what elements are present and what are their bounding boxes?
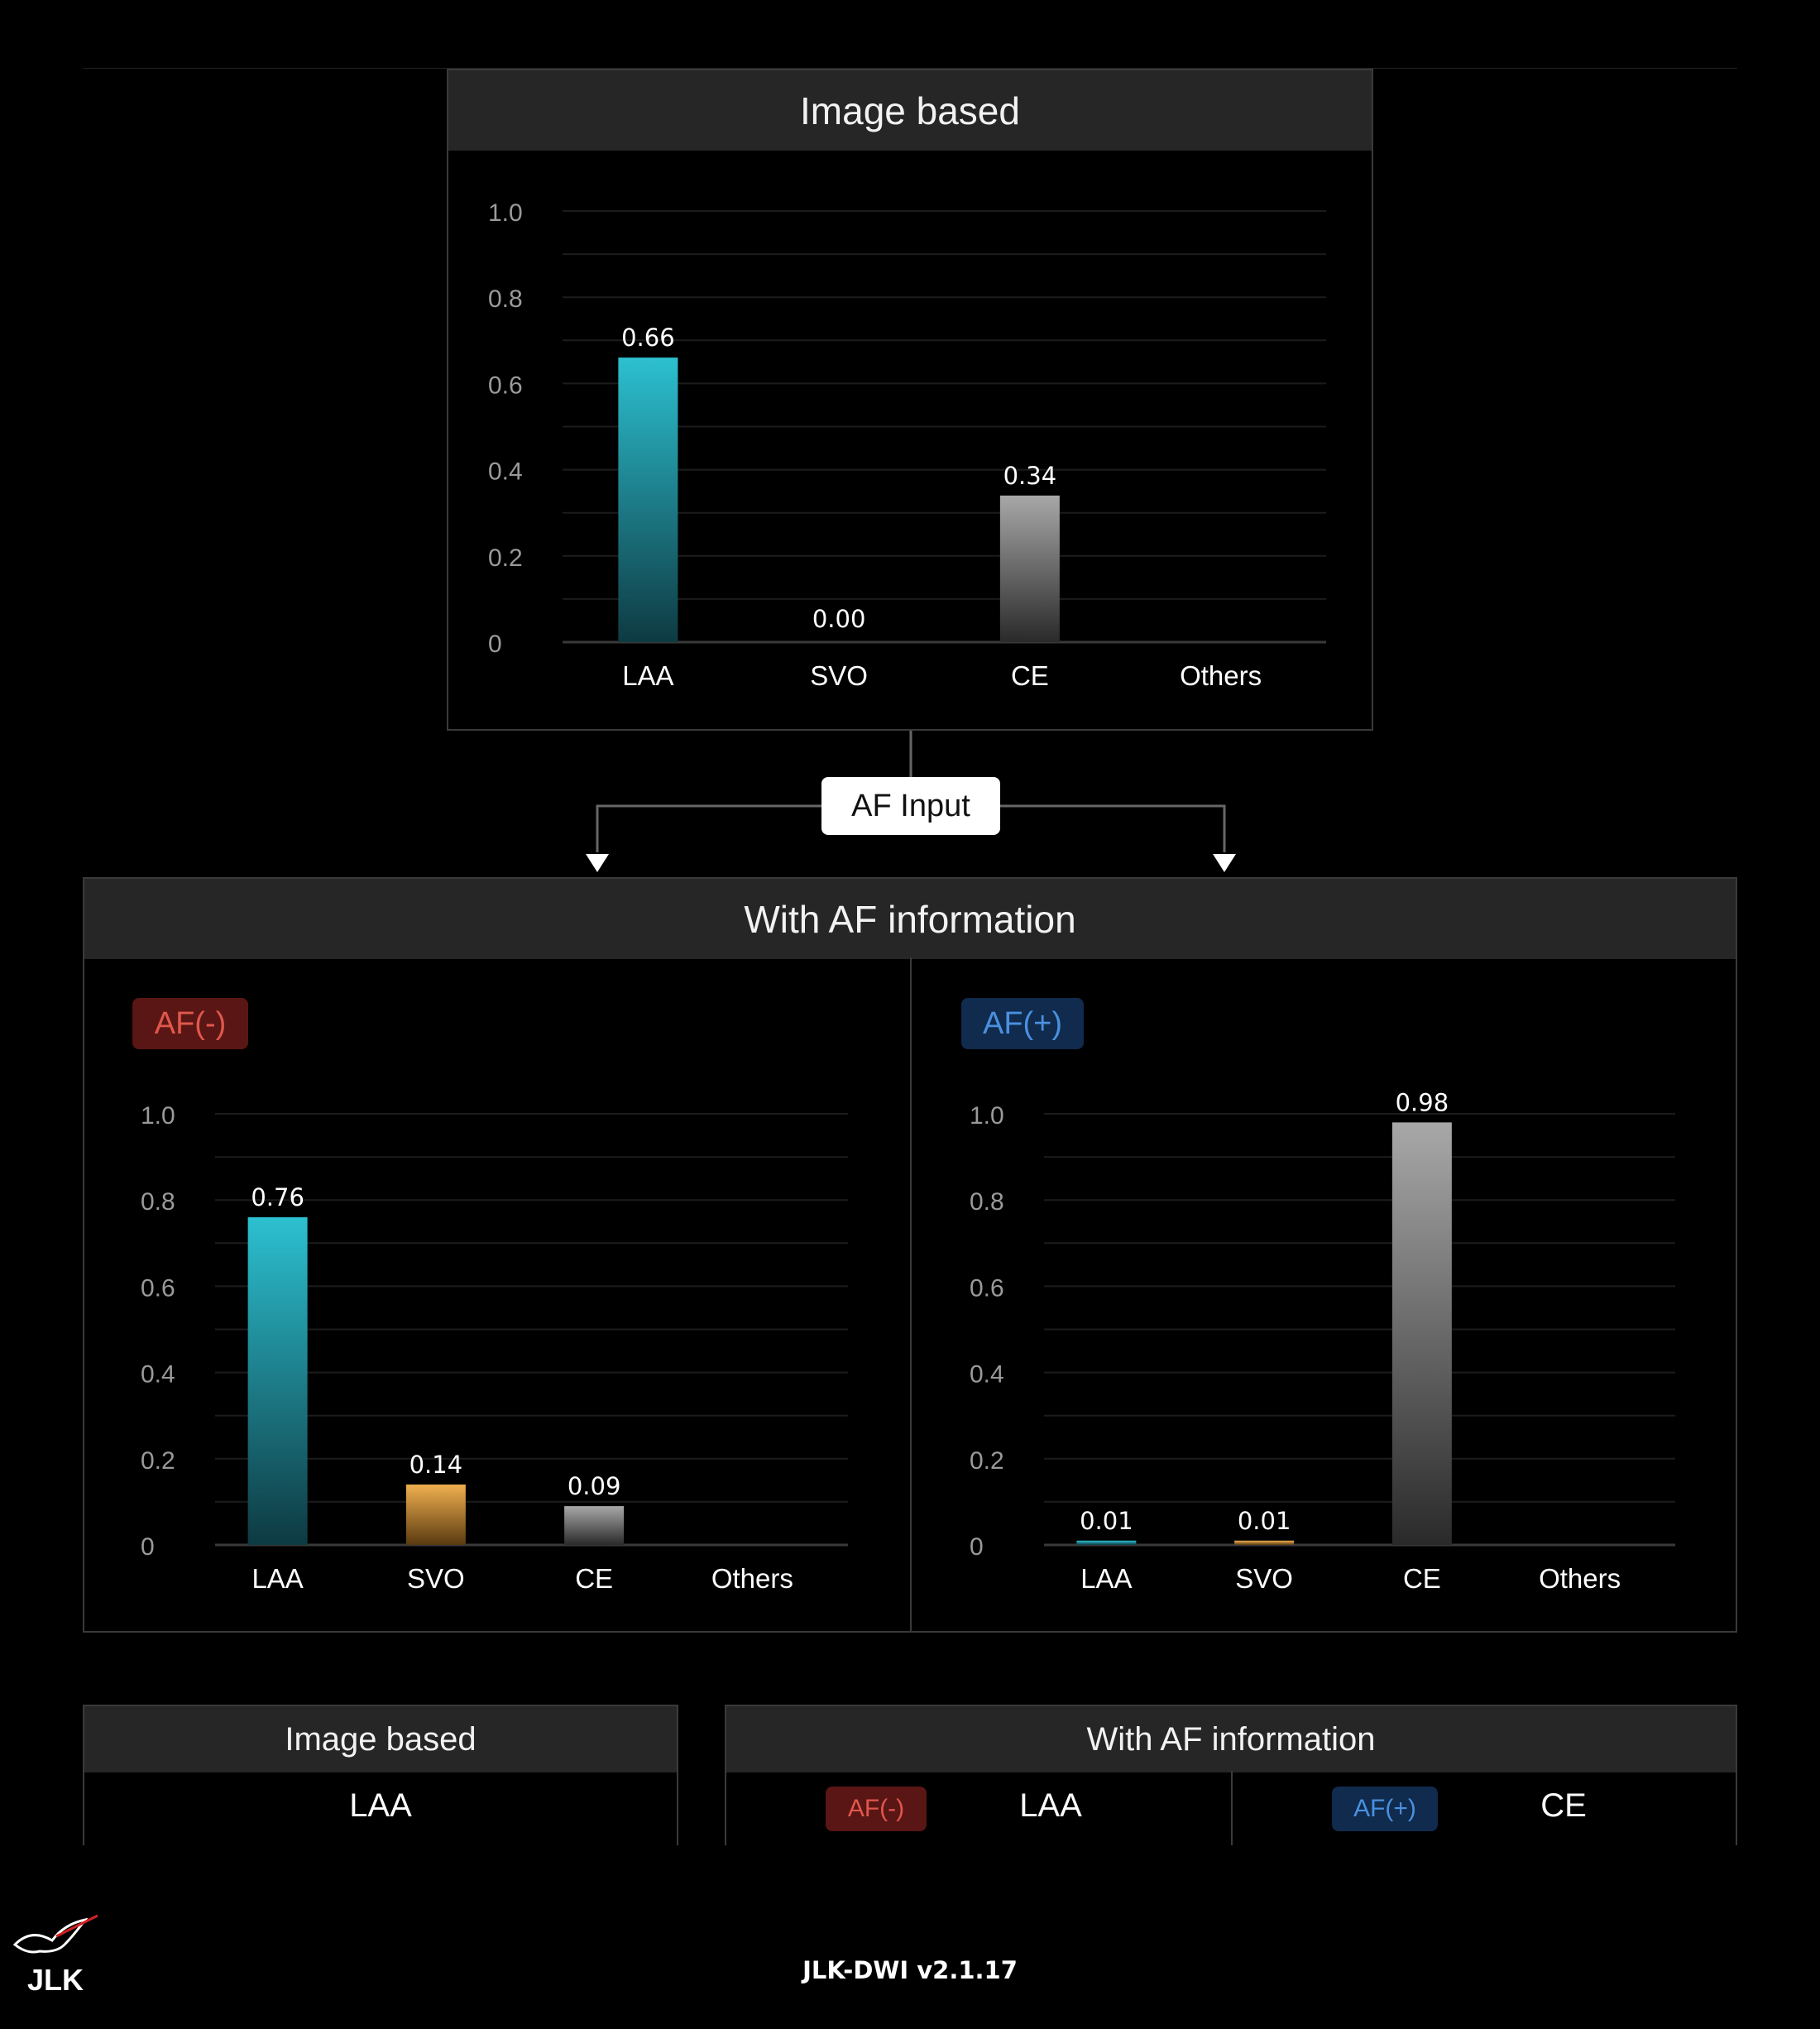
summary-image-based-title: Image based bbox=[84, 1706, 677, 1772]
value-label: 0.01 bbox=[1080, 1507, 1133, 1535]
summary-af-positive-badge: AF(+) bbox=[1332, 1787, 1438, 1831]
summary-divider bbox=[1231, 1771, 1233, 1845]
value-label: 0.98 bbox=[1396, 1088, 1449, 1116]
category-label: LAA bbox=[1080, 1563, 1132, 1594]
summary-af-positive-result: CE bbox=[1540, 1787, 1587, 1824]
y-tick-label: 0.8 bbox=[970, 1188, 1004, 1216]
category-label: CE bbox=[1403, 1563, 1441, 1594]
bar-laa bbox=[1076, 1540, 1137, 1545]
y-tick-label: 0 bbox=[970, 1533, 984, 1561]
bar-svo bbox=[1234, 1540, 1295, 1545]
bar-ce bbox=[1391, 1122, 1452, 1545]
summary-af-negative-result: LAA bbox=[1019, 1787, 1082, 1824]
value-label: 0.01 bbox=[1238, 1507, 1291, 1535]
version-label: JLK-DWI v2.1.17 bbox=[802, 1956, 1018, 1984]
y-tick-label: 0.4 bbox=[970, 1361, 1004, 1389]
y-tick-label: 0.2 bbox=[970, 1447, 1004, 1475]
category-label: SVO bbox=[1235, 1563, 1293, 1594]
summary-with-af-title: With AF information bbox=[726, 1706, 1736, 1772]
summary-image-based-result: LAA bbox=[349, 1787, 412, 1824]
category-label: Others bbox=[1539, 1563, 1621, 1594]
y-tick-label: 1.0 bbox=[970, 1102, 1004, 1130]
summary-af-negative-badge: AF(-) bbox=[826, 1787, 927, 1831]
y-tick-label: 0.6 bbox=[970, 1274, 1004, 1302]
